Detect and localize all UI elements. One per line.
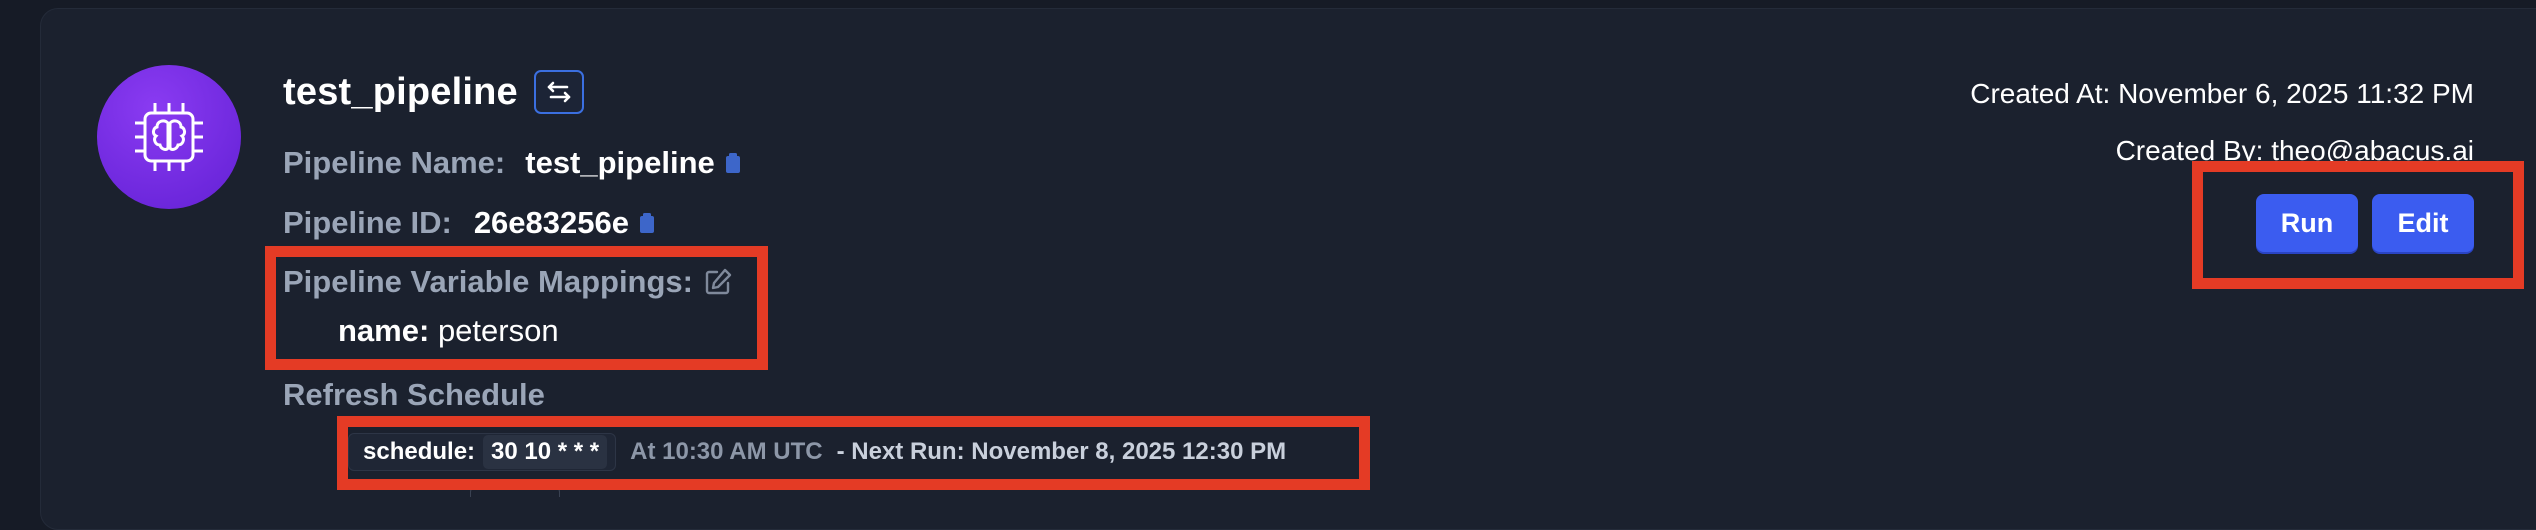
cron-expression: 30 10 * * * — [483, 435, 608, 469]
schedule-label: schedule: — [363, 438, 476, 465]
swap-arrows-icon — [547, 81, 571, 103]
chip-brain-icon — [135, 103, 203, 171]
edit-mappings-button[interactable] — [703, 267, 733, 297]
created-by: Created By: theo@abacus.ai — [2115, 135, 2474, 166]
refresh-schedule-header: Refresh Schedule — [283, 377, 545, 413]
pipeline-id-field: Pipeline ID: 26e83256e — [283, 205, 655, 241]
mapping-key: name: — [338, 313, 430, 348]
schedule-row: schedule: 30 10 * * * At 10:30 AM UTC - … — [348, 432, 1286, 472]
schedule-human-readable: At 10:30 AM UTC — [630, 438, 823, 465]
clipboard-icon — [725, 153, 740, 173]
schedule-tag: schedule: 30 10 * * * — [348, 433, 617, 471]
variable-mappings-header: Pipeline Variable Mappings: — [283, 264, 733, 300]
pipeline-name-value: test_pipeline — [525, 145, 715, 180]
clipboard-icon — [639, 213, 654, 233]
mapping-value: peterson — [437, 313, 559, 348]
content-below-fold — [470, 486, 560, 497]
copy-name-button[interactable] — [725, 152, 741, 174]
pipeline-avatar — [97, 65, 241, 209]
page-title: test_pipeline — [283, 70, 518, 113]
run-button[interactable]: Run — [2256, 194, 2358, 252]
pipeline-name-label: Pipeline Name: — [283, 145, 506, 180]
next-run-text: - Next Run: November 8, 2025 12:30 PM — [836, 438, 1287, 465]
created-at: Created At: November 6, 2025 11:32 PM — [1970, 78, 2474, 109]
pipeline-id-label: Pipeline ID: — [283, 205, 452, 240]
variable-mapping-entry: name: peterson — [338, 313, 559, 349]
pipeline-name-field: Pipeline Name: test_pipeline — [283, 145, 741, 181]
copy-id-button[interactable] — [639, 212, 655, 234]
pipeline-id-value: 26e83256e — [473, 205, 629, 240]
edit-pencil-icon — [705, 268, 732, 295]
pipeline-title-row: test_pipeline — [283, 70, 584, 114]
refresh-schedule-label: Refresh Schedule — [283, 377, 545, 412]
edit-button[interactable]: Edit — [2372, 194, 2474, 252]
variable-mappings-label: Pipeline Variable Mappings: — [283, 264, 693, 299]
pipeline-toggle-button[interactable] — [533, 70, 584, 114]
